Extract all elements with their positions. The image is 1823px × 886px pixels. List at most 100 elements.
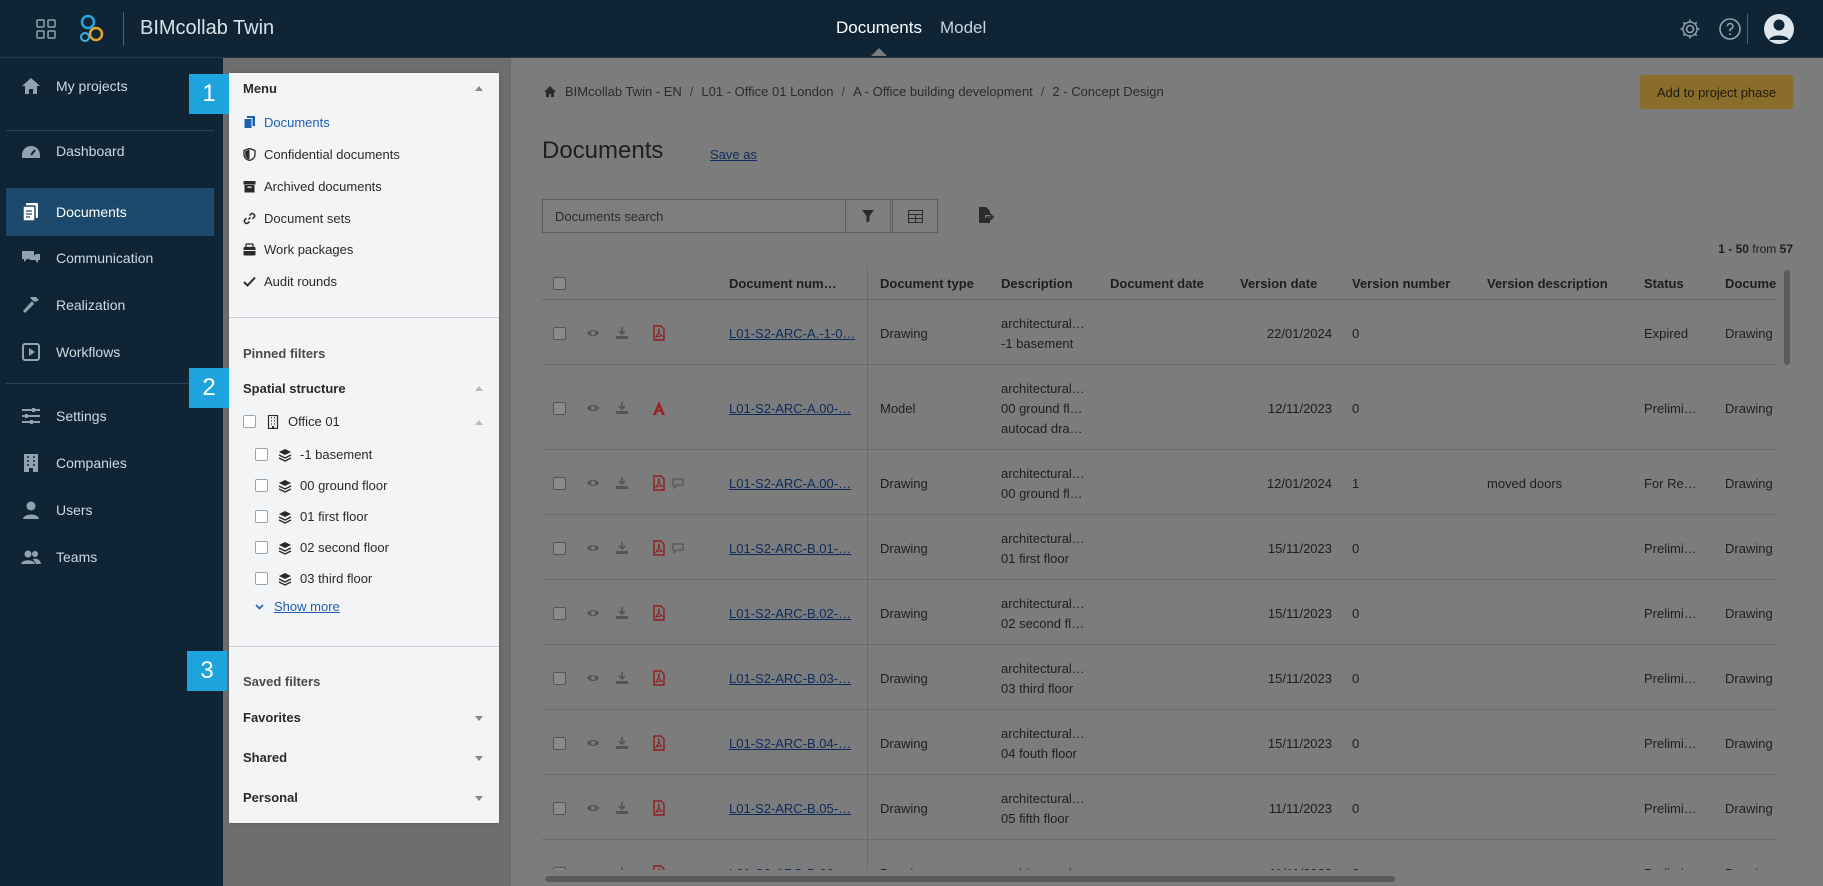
eye-icon[interactable] [586,801,600,815]
eye-icon[interactable] [586,736,600,750]
chevron-down-icon[interactable] [475,716,483,721]
floor-checkbox[interactable] [255,541,268,554]
export-icon[interactable] [976,206,994,224]
pdf-file-icon[interactable] [651,670,667,686]
table-row[interactable]: L01-S2-ARC-B.03-… Drawing architectural… 03… [542,645,1777,710]
floor-checkbox[interactable] [255,479,268,492]
download-icon[interactable] [615,866,629,870]
download-icon[interactable] [615,801,629,815]
document-number-link[interactable]: L01-S2-ARC-A.-1-0… [729,326,855,341]
document-number-link[interactable]: L01-S2-ARC-A.00-… [729,401,851,416]
eye-icon[interactable] [586,476,600,490]
comment-icon[interactable] [672,476,686,490]
nav-companies[interactable]: Companies [6,440,214,486]
nav-documents[interactable]: Documents [6,188,214,236]
breadcrumb-item[interactable]: A - Office building development [853,84,1033,99]
document-number-link[interactable]: L01-S2-ARC-B.05-… [729,801,851,816]
breadcrumb-item[interactable]: BIMcollab Twin - EN [565,84,682,99]
chevron-down-icon[interactable] [475,796,483,801]
show-more-link[interactable]: Show more [255,599,340,614]
pdf-file-icon[interactable] [651,605,667,621]
table-row[interactable]: L01-S2-ARC-B.05-… Drawing architectural… 05… [542,775,1777,840]
floor-checkbox[interactable] [255,510,268,523]
download-icon[interactable] [615,401,629,415]
help-icon[interactable] [1718,17,1742,41]
nav-my-projects[interactable]: My projects [6,63,214,109]
filter-button[interactable] [845,199,891,233]
table-row[interactable]: L01-S2-ARC-B.04-… Drawing architectural… 04… [542,710,1777,775]
column-settings-button[interactable] [892,199,938,233]
document-number-link[interactable]: L01-S2-ARC-B.04-… [729,736,851,751]
table-row[interactable]: L01-S2-ARC-B.02-… Drawing architectural… 02… [542,580,1777,645]
menu-item-work-packages[interactable]: Work packages [243,242,353,257]
building-checkbox[interactable] [243,415,256,428]
floor-checkbox[interactable] [255,572,268,585]
shared-group[interactable]: Shared [243,750,287,765]
tree-item-floor[interactable]: 01 first floor [255,509,368,524]
column-header[interactable]: Version number [1352,276,1450,291]
download-icon[interactable] [615,541,629,555]
pdf-file-icon[interactable] [651,800,667,816]
nav-users[interactable]: Users [6,487,214,533]
nav-dashboard[interactable]: Dashboard [6,128,214,174]
menu-item-documents[interactable]: Documents [243,115,330,130]
breadcrumb-item[interactable]: 2 - Concept Design [1052,84,1163,99]
chevron-down-icon[interactable] [475,756,483,761]
row-checkbox[interactable] [553,402,566,415]
personal-group[interactable]: Personal [243,790,298,805]
tree-item-floor[interactable]: 02 second floor [255,540,389,555]
nav-workflows[interactable]: Workflows [6,329,214,375]
column-header[interactable]: Document date [1110,276,1204,291]
column-header[interactable]: Version description [1487,276,1608,291]
pdf-file-icon[interactable] [651,865,667,870]
topnav-documents[interactable]: Documents [836,18,922,56]
column-header[interactable]: Document num… [729,276,837,291]
home-icon[interactable] [543,85,557,98]
row-checkbox[interactable] [553,802,566,815]
menu-item-document-sets[interactable]: Document sets [243,211,351,226]
spatial-structure-header[interactable]: Spatial structure [243,381,346,396]
tree-item-floor[interactable]: 03 third floor [255,571,372,586]
tree-item-floor[interactable]: -1 basement [255,447,372,462]
download-icon[interactable] [615,606,629,620]
table-row[interactable]: L01-S2-ARC-B.01-… Drawing architectural… 01… [542,515,1777,580]
download-icon[interactable] [615,736,629,750]
table-row[interactable]: L01-S2-ARC-A.00-… Model architectural… 00 g… [542,365,1777,450]
eye-icon[interactable] [586,326,600,340]
pdf-file-icon[interactable] [651,325,667,341]
topnav-model[interactable]: Model [940,18,986,38]
menu-item-confidential[interactable]: Confidential documents [243,147,400,162]
menu-item-archived[interactable]: Archived documents [243,179,382,194]
select-all-checkbox[interactable] [553,277,566,290]
eye-icon[interactable] [586,541,600,555]
document-number-link[interactable]: L01-S2-ARC-B.01-… [729,541,851,556]
column-header[interactable]: Description [1001,276,1073,291]
tree-item-floor[interactable]: 00 ground floor [255,478,387,493]
favorites-group[interactable]: Favorites [243,710,301,725]
nav-teams[interactable]: Teams [6,534,214,580]
row-checkbox[interactable] [553,672,566,685]
comment-icon[interactable] [672,541,686,555]
table-row[interactable]: L01-S2-ARC-A.00-… Drawing architectural… 00… [542,450,1777,515]
download-icon[interactable] [615,326,629,340]
column-header[interactable]: Documer [1725,276,1777,291]
download-icon[interactable] [615,476,629,490]
avatar[interactable] [1763,13,1795,45]
row-checkbox[interactable] [553,327,566,340]
column-header[interactable]: Document type [880,276,974,291]
download-icon[interactable] [615,671,629,685]
chevron-up-icon[interactable] [475,86,483,91]
breadcrumb-item[interactable]: L01 - Office 01 London [701,84,833,99]
nav-communication[interactable]: Communication [6,235,214,281]
horizontal-scrollbar[interactable] [545,876,1395,882]
table-row[interactable]: L01-S2-ARC-A.-1-0… Drawing architectural… -… [542,300,1777,365]
menu-header[interactable]: Menu [243,81,277,96]
document-number-link[interactable]: L01-S2-ARC-A.00-… [729,476,851,491]
eye-icon[interactable] [586,866,600,870]
save-as-link[interactable]: Save as [710,147,757,162]
documents-search-input[interactable]: Documents search [542,199,846,233]
gear-icon[interactable] [1678,17,1702,41]
row-checkbox[interactable] [553,607,566,620]
vertical-scrollbar[interactable] [1784,270,1790,365]
row-checkbox[interactable] [553,867,566,870]
